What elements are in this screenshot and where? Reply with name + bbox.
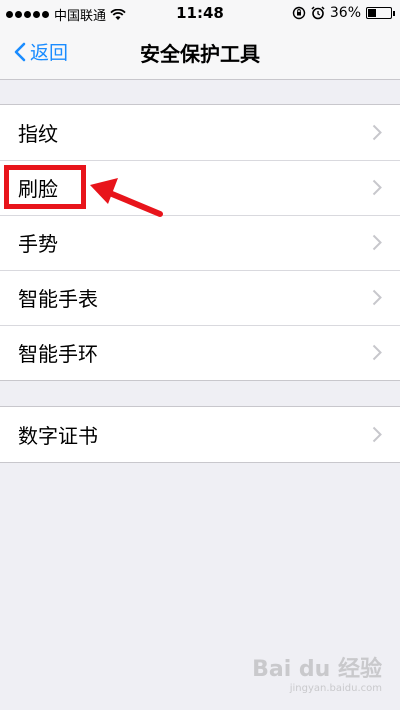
status-bar: 中国联通 11:48 36% <box>0 0 400 26</box>
chevron-right-icon <box>372 426 382 443</box>
settings-group-security: 指纹 刷脸 手势 智能手表 智能手环 <box>0 104 400 381</box>
battery-icon <box>366 7 395 19</box>
settings-group-certificate: 数字证书 <box>0 406 400 463</box>
page-title: 安全保护工具 <box>140 42 260 66</box>
status-right: 36% <box>292 5 395 21</box>
watermark: Bai du 经验 jingyan.baidu.com <box>252 651 382 694</box>
list-item-label: 数字证书 <box>18 424 98 448</box>
list-item-digital-certificate[interactable]: 数字证书 <box>0 407 400 462</box>
list-item-label: 智能手环 <box>18 342 98 366</box>
watermark-logo: Bai du 经验 <box>252 657 382 682</box>
navigation-bar: 返回 安全保护工具 <box>0 26 400 80</box>
battery-percent: 36% <box>329 5 361 21</box>
list-item-fingerprint[interactable]: 指纹 <box>0 105 400 160</box>
list-item-label: 智能手表 <box>18 287 98 311</box>
chevron-right-icon <box>372 234 382 251</box>
list-item-smartwatch[interactable]: 智能手表 <box>0 270 400 325</box>
chevron-right-icon <box>372 344 382 361</box>
chevron-right-icon <box>372 179 382 196</box>
highlight-box <box>4 165 86 209</box>
chevron-right-icon <box>372 289 382 306</box>
chevron-right-icon <box>372 124 382 141</box>
list-item-gesture[interactable]: 手势 <box>0 215 400 270</box>
list-item-label: 手势 <box>18 232 58 256</box>
list-item-smart-band[interactable]: 智能手环 <box>0 325 400 380</box>
battery-fill <box>368 9 376 17</box>
list-item-label: 指纹 <box>18 122 58 146</box>
alarm-icon <box>311 6 325 20</box>
watermark-url: jingyan.baidu.com <box>289 683 382 694</box>
rotation-lock-icon <box>292 6 306 20</box>
